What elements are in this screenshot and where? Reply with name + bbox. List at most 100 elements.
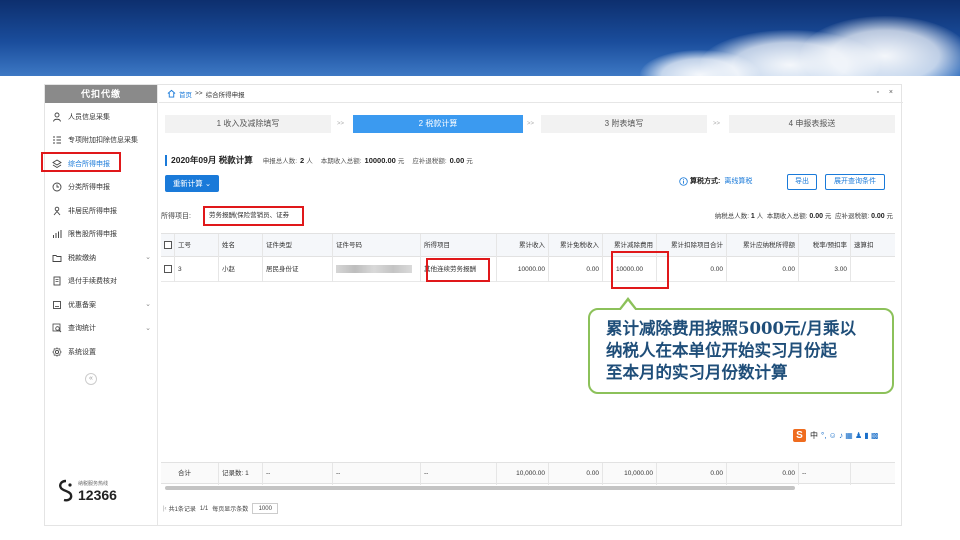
home-icon	[167, 89, 176, 98]
table-header: 工号 姓名 证件类型 证件号码 所得项目 累计收入 累计免税收入 累计减除费用 …	[161, 233, 895, 258]
title-accent-bar	[165, 154, 167, 166]
sidebar-item[interactable]: 查询统计 ⌄	[45, 317, 157, 341]
refund-label: 应补退税额:	[412, 158, 447, 165]
sidebar-item[interactable]: 人员信息采集	[45, 105, 157, 129]
totals-cell: --	[263, 463, 333, 485]
cell-id-type: 居民身份证	[263, 258, 333, 282]
cell-id: 3	[175, 258, 219, 282]
column-header: 速算扣	[854, 242, 874, 249]
callout-text-line: 至本月的实习月份数计算	[606, 363, 788, 382]
recalculate-button[interactable]: 重新计算 ⌄	[165, 175, 219, 192]
sidebar-item-label: 专项附加扣除信息采集	[68, 137, 138, 145]
sidebar-item[interactable]: 综合所得申报	[45, 152, 157, 176]
step-separator: >>	[713, 121, 721, 127]
sidebar-item[interactable]: 非居民所得申报	[45, 199, 157, 223]
sidebar-item-label: 限售股所得申报	[68, 231, 117, 239]
person-outline-icon	[51, 205, 63, 217]
income-item-select[interactable]: 劳务报酬(保险营销员、证券	[207, 210, 301, 222]
sidebar-item-label: 分类所得申报	[68, 184, 110, 192]
chevron-down-icon[interactable]: ⌄	[145, 300, 151, 308]
table-row[interactable]: 3 小赵 居民身份证 其他连续劳务报酬 10000.00 0.00 10000.…	[161, 258, 895, 282]
ime-language-toggle[interactable]: 中	[810, 430, 818, 441]
person-icon	[51, 111, 63, 123]
sidebar-item[interactable]: 系统设置	[45, 340, 157, 364]
per-page-label: 每页显示条数	[212, 507, 249, 513]
folder-icon	[51, 252, 63, 264]
column-header: 证件类型	[263, 234, 333, 258]
box-icon	[51, 299, 63, 311]
summary-income-unit: 元	[824, 213, 832, 220]
pagination: |‹ 共1条记录 1/1 每页显示条数 1000	[163, 503, 279, 514]
step-tax-calc[interactable]: 2 税款计算	[353, 115, 523, 133]
step-submit[interactable]: 4 申报表报送	[729, 115, 895, 133]
select-all-checkbox[interactable]	[161, 234, 175, 258]
cell-cum-items-total: 0.00	[657, 258, 727, 282]
sidebar-item[interactable]: 分类所得申报	[45, 176, 157, 200]
sidebar-item[interactable]: 退付手续费核对	[45, 270, 157, 294]
ime-tool-icons[interactable]: °, ☺ ♪ ▦ ♟ ▮ ▩	[821, 431, 879, 440]
chevron-down-icon[interactable]: ⌄	[145, 253, 151, 261]
first-page-button[interactable]: |‹	[163, 506, 167, 512]
sidebar-item-label: 人员信息采集	[68, 113, 110, 121]
sidebar-item[interactable]: 专项附加扣除信息采集	[45, 129, 157, 153]
ime-toolbar[interactable]: S 中 °, ☺ ♪ ▦ ♟ ▮ ▩	[793, 429, 882, 442]
summary-refund-value: 0.00	[871, 213, 885, 220]
chevron-down-icon[interactable]: ⌄	[145, 324, 151, 332]
totals-cum-items-total: 0.00	[657, 463, 727, 485]
cell-quick-deduction	[851, 258, 895, 282]
cell-cum-taxable: 0.00	[727, 258, 799, 282]
sidebar-item-label: 退付手续费核对	[68, 278, 117, 286]
sidebar-item[interactable]: 限售股所得申报	[45, 223, 157, 247]
hotline-label: 纳税服务热线	[78, 480, 109, 487]
breadcrumb-current: 综合所得申报	[205, 91, 245, 99]
bar-chart-icon	[51, 228, 63, 240]
totals-cum-taxable: 0.00	[727, 463, 799, 485]
cell-name: 小赵	[219, 258, 263, 282]
column-header: 证件号码	[333, 234, 421, 258]
sidebar-item-label: 综合所得申报	[68, 160, 110, 168]
row-checkbox[interactable]	[161, 258, 175, 282]
breadcrumb-separator: >>	[195, 90, 203, 97]
filter-summary: 纳税总人数: 1 人 本期收入总额: 0.00 元 应补退税额: 0.00 元	[715, 210, 893, 220]
callout-text-line: 累计减除费用按照5000元/月乘以	[606, 319, 856, 338]
export-button[interactable]: 导出	[787, 174, 817, 190]
horizontal-scrollbar[interactable]	[161, 485, 895, 491]
sidebar-collapse-button[interactable]: «	[85, 373, 97, 385]
sidebar-item-label: 系统设置	[68, 348, 96, 356]
document-icon	[51, 275, 63, 287]
expand-query-button[interactable]: 展开查询条件	[825, 174, 885, 190]
layers-icon	[51, 158, 63, 170]
step-income[interactable]: 1 收入及减除填写	[165, 115, 331, 133]
refund-unit: 元	[466, 158, 473, 165]
totals-rate: --	[799, 463, 851, 485]
cell-income-item: 其他连续劳务报酬	[421, 258, 497, 282]
cloud-decoration	[800, 16, 960, 76]
income-label: 本期收入总额:	[320, 158, 362, 165]
column-header: 累计免税收入	[549, 234, 603, 258]
per-page-input[interactable]: 1000	[252, 503, 279, 514]
breadcrumb: 首页 >> 综合所得申报 ▫ ×	[159, 85, 903, 103]
sidebar-item[interactable]: 优惠备案 ⌄	[45, 293, 157, 317]
sogou-logo-icon[interactable]: S	[793, 429, 806, 442]
cell-id-number-redacted	[333, 258, 421, 282]
records-count: 共1条记录	[168, 507, 196, 513]
column-header: 累计扣除项目合计	[657, 234, 727, 258]
step-attachments[interactable]: 3 附表填写	[541, 115, 707, 133]
step-bar: 1 收入及减除填写 >> 2 税款计算 >> 3 附表填写 >> 4 申报表报送	[165, 115, 895, 133]
gear-icon	[51, 346, 63, 358]
window-controls[interactable]: ▫ ×	[876, 89, 897, 96]
column-header: 所得项目	[421, 234, 497, 258]
column-header: 累计收入	[497, 234, 549, 258]
tax-mode-value[interactable]: 离线算税	[724, 176, 752, 186]
sidebar-item[interactable]: 税款缴纳 ⌄	[45, 246, 157, 270]
column-header: 累计减除费用	[603, 234, 657, 258]
sidebar-item-label: 查询统计	[68, 325, 96, 333]
hotline: 纳税服务热线 12366	[57, 479, 117, 503]
cell-cum-income: 10000.00	[497, 258, 549, 282]
scrollbar-thumb[interactable]	[165, 486, 795, 490]
list-icon	[51, 134, 63, 146]
main-panel: 首页 >> 综合所得申报 ▫ × 1 收入及减除填写 >> 2 税款计算 >> …	[159, 85, 903, 525]
breadcrumb-home-link[interactable]: 首页	[179, 89, 192, 99]
income-unit: 元	[397, 158, 405, 165]
refund-value: 0.00	[449, 155, 465, 165]
